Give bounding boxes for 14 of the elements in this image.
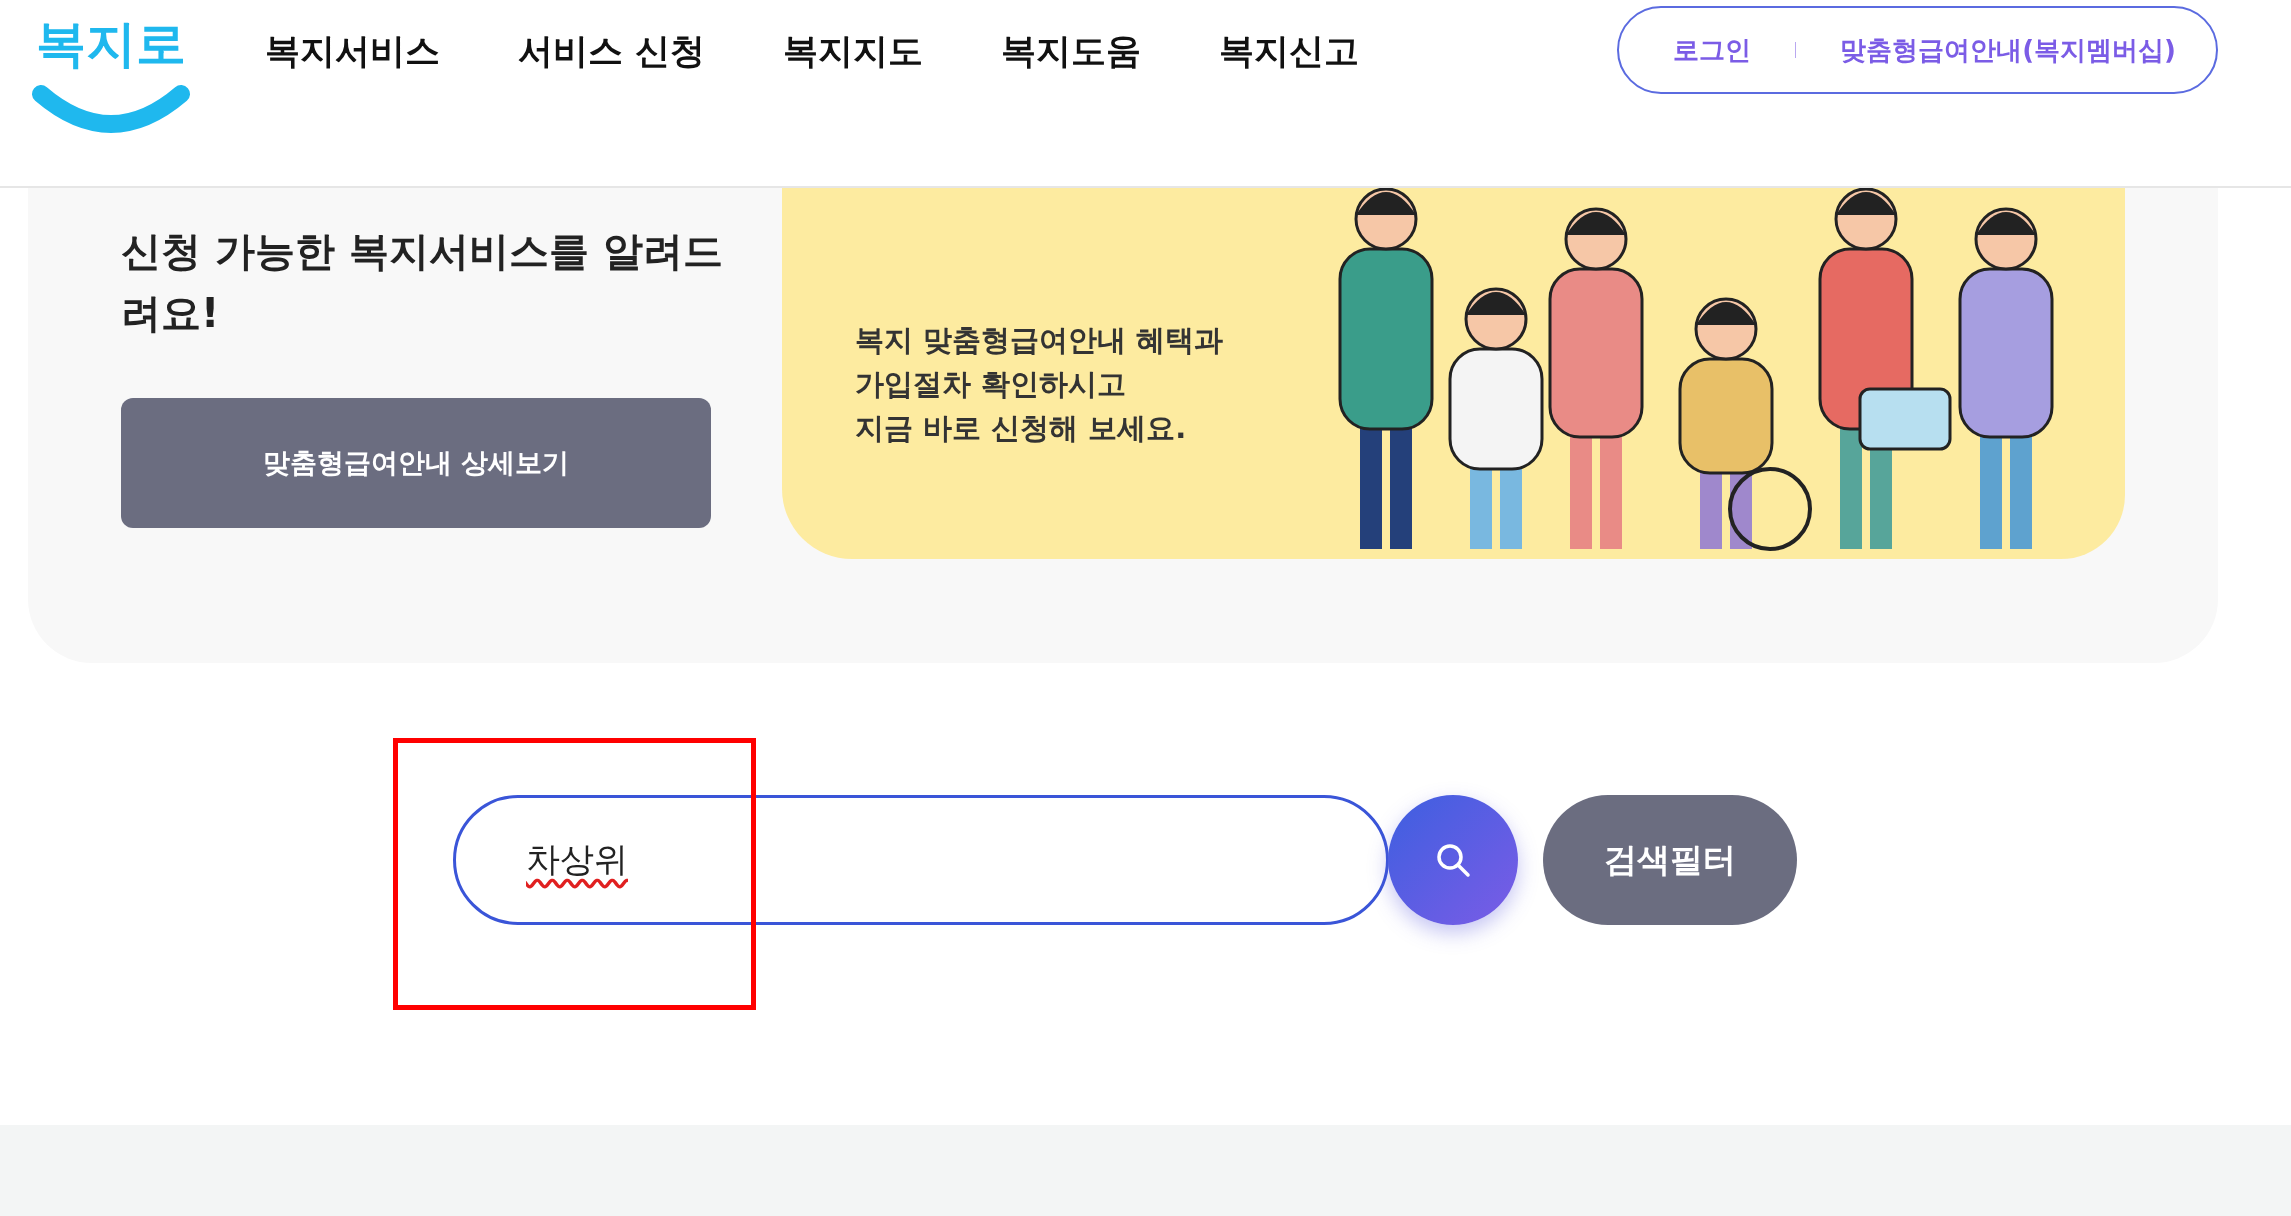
hero-heading: 신청 가능한 복지서비스를 알려드 려요! — [121, 227, 724, 338]
nav-link[interactable]: 복지지도 — [783, 28, 924, 75]
nav-link[interactable]: 복지도움 — [1001, 28, 1142, 75]
search-field[interactable]: 차상위 — [453, 795, 1389, 925]
filter-button[interactable]: 검색필터 — [1543, 795, 1797, 925]
header-link[interactable]: 맞춤형급여안내(복지멤버십) — [1840, 32, 2176, 68]
smile-icon — [30, 84, 191, 134]
nav-link[interactable]: 복지서비스 — [265, 28, 440, 75]
nav-link[interactable]: 서비스 신청 — [518, 28, 706, 75]
nav-link[interactable]: 복지신고 — [1219, 28, 1360, 75]
banner-text: 복지 맞춤형급여안내 혜택과 가입절차 확인하시고 지금 바로 신청해 보세요. — [855, 322, 1225, 447]
detail-button[interactable]: 맞춤형급여안내 상세보기 — [121, 398, 711, 528]
search-button[interactable] — [1388, 795, 1518, 925]
header-link[interactable]: 로그인 — [1673, 32, 1752, 68]
